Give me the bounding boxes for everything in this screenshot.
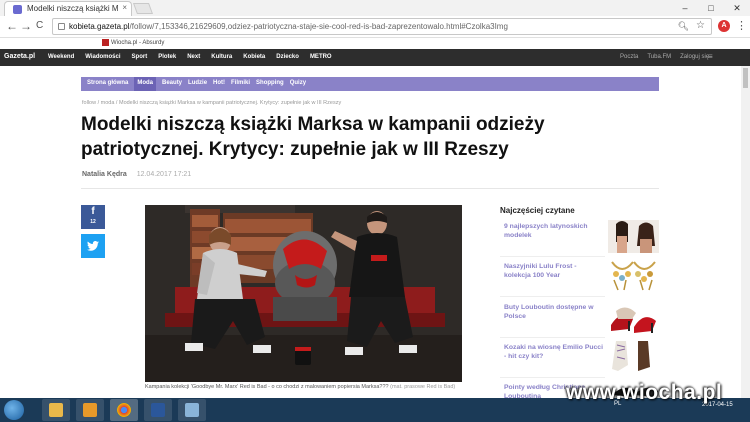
bookmark-star-icon[interactable]: ☆: [696, 20, 705, 31]
twitter-share-button[interactable]: [81, 234, 105, 258]
window-controls: – □ ✕: [672, 0, 750, 16]
photo-caption: Kampania kolekcji 'Goodbye Mr. Marx' Red…: [145, 384, 465, 391]
most-read-title: Najczęściej czytane: [500, 206, 575, 215]
caption-credit: (mat. prasowe Red is Bad): [388, 384, 456, 390]
taskbar-app-media[interactable]: [76, 399, 104, 421]
nav-sport[interactable]: Sport: [132, 54, 148, 60]
most-read-item-label[interactable]: Buty Louboutin dostępne w Polsce: [504, 303, 604, 321]
campaign-photo-illustration: [145, 205, 462, 382]
favicon-icon: [13, 5, 22, 14]
url-host: kobieta.gazeta.pl: [69, 22, 130, 31]
divider: [500, 337, 605, 338]
most-read-item[interactable]: Kozaki na wiosnę Emilio Pucci - hit czy …: [500, 341, 660, 375]
article-title: Modelki niszczą książki Marksa w kampani…: [81, 114, 545, 160]
subnav-filmiki[interactable]: Filmiki: [231, 80, 250, 91]
site-nav-links: Weekend Wiadomości Sport Plotek Next Kul…: [48, 54, 332, 60]
facebook-icon: f: [91, 206, 95, 217]
nav-plotek[interactable]: Plotek: [158, 54, 176, 60]
nav-kobieta[interactable]: Kobieta: [243, 54, 265, 60]
browser-menu-icon[interactable]: ⋮: [736, 19, 747, 32]
subnav-quizy[interactable]: Quizy: [290, 80, 306, 91]
article-byline: Natalia Kędra 12.04.2017 17:21: [82, 171, 191, 178]
most-read-item-label[interactable]: Naszyjniki Lulu Frost - kolekcja 100 Yea…: [504, 262, 604, 280]
most-read-item[interactable]: 9 najlepszych latynoskich modelek: [500, 220, 660, 254]
extension-icon[interactable]: A: [718, 20, 730, 32]
tab-title: Modelki niszczą książki M: [27, 4, 119, 13]
most-read-thumbnail[interactable]: [608, 301, 659, 334]
nav-kultura[interactable]: Kultura: [211, 54, 232, 60]
paint-icon: [185, 403, 199, 417]
site-top-nav: Gazeta.pl Weekend Wiadomości Sport Plote…: [0, 49, 750, 66]
divider: [500, 377, 605, 378]
media-player-icon: [83, 403, 97, 417]
subnav-shopping[interactable]: Shopping: [256, 80, 284, 91]
browser-toolbar: ← → C kobieta.gazeta.pl/follow/7,153346,…: [0, 16, 750, 38]
bookmark-item[interactable]: Wiocha.pl - Absurdy: [102, 39, 164, 46]
browser-tab[interactable]: Modelki niszczą książki M ×: [4, 1, 132, 16]
facebook-share-button[interactable]: f 12: [81, 205, 105, 229]
most-read-item-label[interactable]: 9 najlepszych latynoskich modelek: [504, 222, 604, 240]
nav-weekend[interactable]: Weekend: [48, 54, 74, 60]
taskbar-app-word[interactable]: [144, 399, 172, 421]
most-read-item-label[interactable]: Kozaki na wiosnę Emilio Pucci - hit czy …: [504, 343, 604, 361]
twitter-bird-icon: [87, 240, 99, 252]
most-read-item[interactable]: Buty Louboutin dostępne w Polsce: [500, 301, 660, 335]
nav-next[interactable]: Next: [187, 54, 200, 60]
forward-button[interactable]: →: [20, 19, 32, 33]
search-icon[interactable]: 🔍︎: [678, 21, 689, 32]
tuba-link[interactable]: Tuba.FM: [647, 54, 671, 60]
publish-date: 12.04.2017 17:21: [136, 171, 192, 178]
taskbar-app-chrome[interactable]: [110, 399, 138, 421]
tab-close-icon[interactable]: ×: [122, 3, 127, 12]
subnav-ludzie[interactable]: Ludzie: [188, 80, 207, 91]
page-info-icon[interactable]: [58, 23, 65, 30]
login-link[interactable]: Zaloguj się: [680, 54, 709, 60]
divider: [500, 256, 605, 257]
site-user-links: Poczta Tuba.FM Zaloguj się: [620, 54, 709, 60]
back-button[interactable]: ←: [6, 19, 18, 33]
taskbar-app-paint[interactable]: [178, 399, 206, 421]
author-name[interactable]: Natalia Kędra: [82, 171, 127, 178]
site-watermark: www.wiocha.pl: [566, 381, 723, 404]
page-scrollbar[interactable]: [741, 66, 750, 398]
subnav-hot[interactable]: Hot!: [213, 80, 225, 91]
most-read-thumbnail[interactable]: [608, 260, 659, 293]
close-window-button[interactable]: ✕: [724, 0, 750, 16]
scroll-thumb[interactable]: [743, 68, 748, 88]
subnav-beauty[interactable]: Beauty: [162, 80, 182, 91]
article-photo[interactable]: [145, 205, 462, 382]
chrome-icon: [117, 403, 131, 417]
section-subnav: Strona główna Moda Beauty Ludzie Hot! Fi…: [81, 77, 659, 91]
maximize-button[interactable]: □: [698, 0, 724, 16]
divider: [81, 188, 659, 189]
mail-link[interactable]: Poczta: [620, 54, 638, 60]
breadcrumb[interactable]: follow / moda / Modelki niszczą książki …: [82, 100, 341, 106]
divider: [500, 296, 605, 297]
subnav-moda[interactable]: Moda: [134, 77, 157, 91]
word-icon: [151, 403, 165, 417]
bookmark-label: Wiocha.pl - Absurdy: [111, 40, 165, 47]
most-read-item[interactable]: Naszyjniki Lulu Frost - kolekcja 100 Yea…: [500, 260, 660, 294]
share-count: 12: [90, 219, 96, 225]
new-tab-button[interactable]: [132, 3, 154, 14]
subnav-home[interactable]: Strona główna: [87, 80, 128, 91]
hamburger-menu-icon[interactable]: ≡: [708, 52, 713, 61]
address-bar[interactable]: kobieta.gazeta.pl/follow/7,153346,216296…: [52, 18, 712, 35]
caption-text: Kampania kolekcji 'Goodbye Mr. Marx' Red…: [145, 384, 389, 390]
start-button[interactable]: [4, 400, 24, 420]
nav-wiadomosci[interactable]: Wiadomości: [85, 54, 120, 60]
reload-button[interactable]: C: [36, 20, 43, 31]
nav-dziecko[interactable]: Dziecko: [276, 54, 299, 60]
minimize-button[interactable]: –: [672, 0, 698, 16]
bookmarks-bar: Wiocha.pl - Absurdy: [0, 38, 750, 49]
url-path: /follow/7,153346,21629609,odziez-patriot…: [129, 22, 508, 31]
bookmark-favicon-icon: [102, 39, 109, 46]
nav-metro[interactable]: METRO: [310, 54, 332, 60]
most-read-thumbnail[interactable]: [608, 341, 659, 374]
browser-tab-bar: Modelki niszczą książki M × – □ ✕: [0, 0, 750, 16]
most-read-thumbnail[interactable]: [608, 220, 659, 253]
folder-icon: [49, 403, 63, 417]
site-logo[interactable]: Gazeta.pl: [4, 53, 35, 60]
taskbar-app-explorer[interactable]: [42, 399, 70, 421]
